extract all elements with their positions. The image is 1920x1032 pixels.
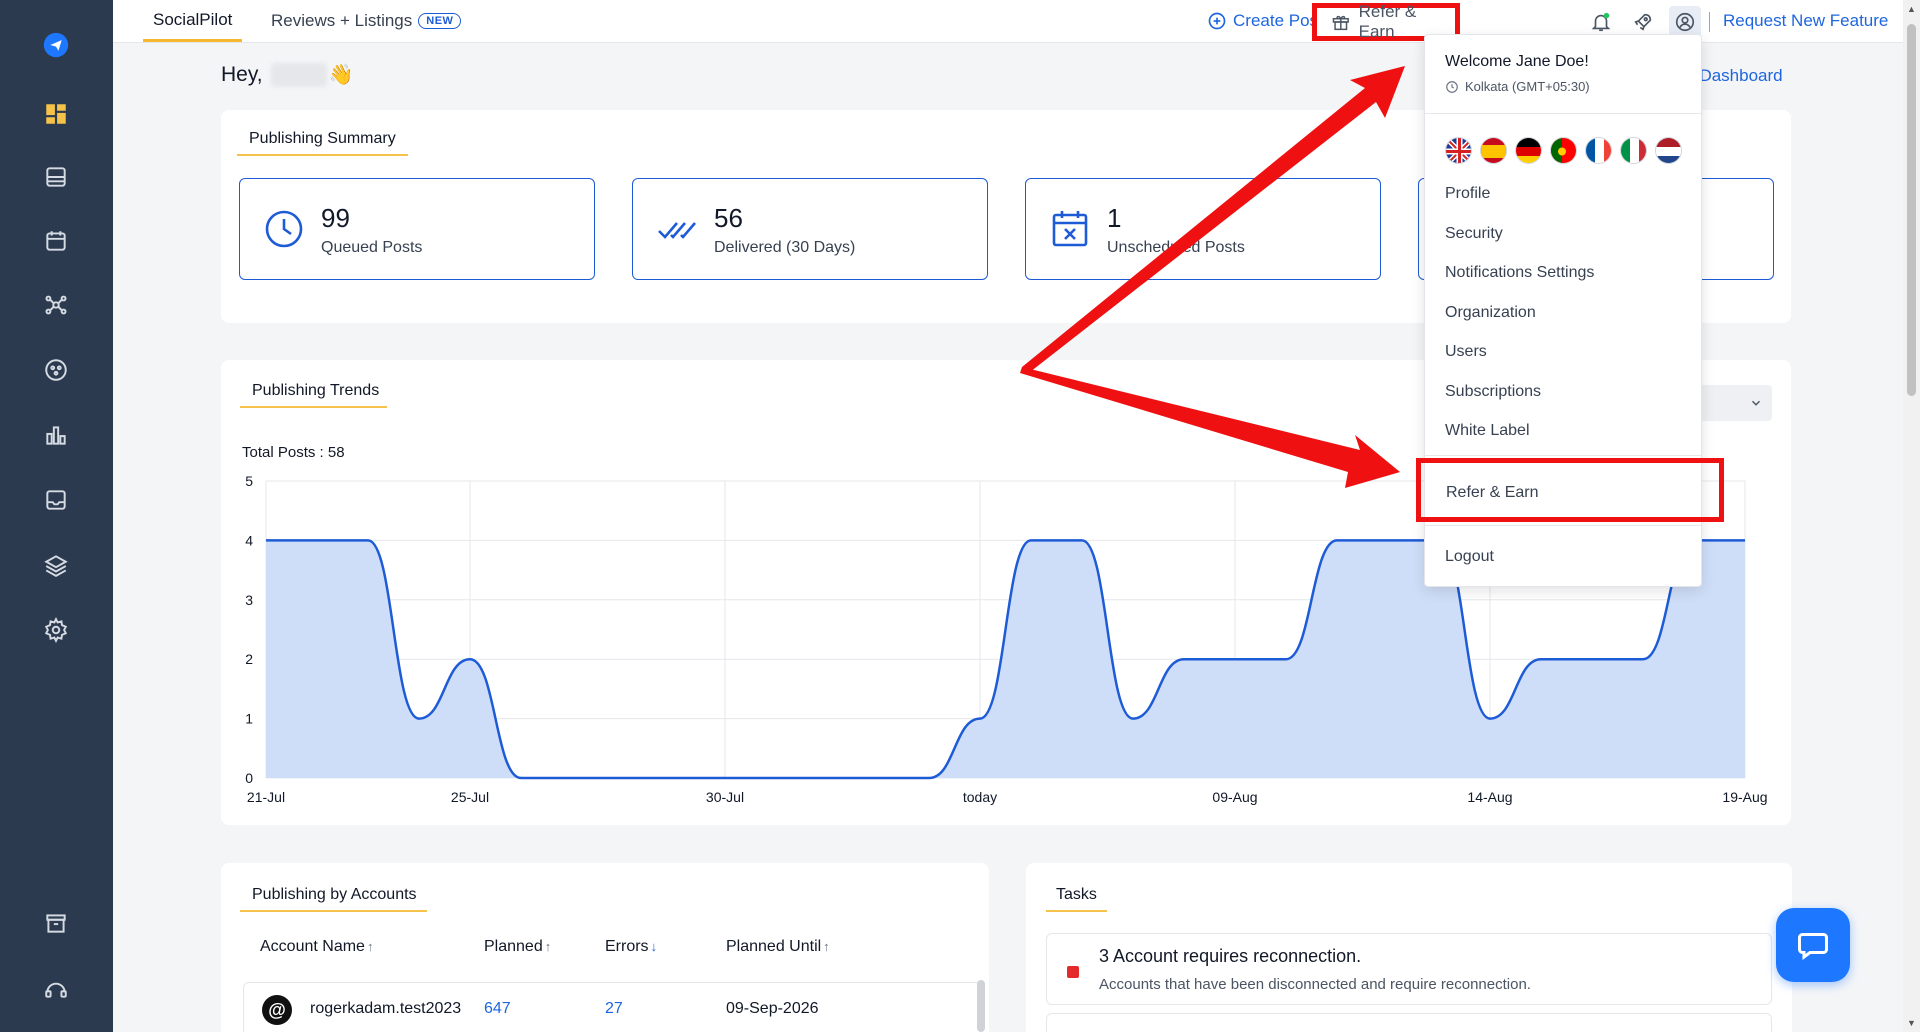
menu-item-subscriptions[interactable]: Subscriptions (1445, 383, 1541, 401)
col-planned-until[interactable]: Planned Until ↑ (726, 938, 830, 956)
y-tick-label: 3 (245, 592, 253, 608)
chat-icon (1798, 933, 1828, 960)
data-point[interactable] (1283, 656, 1289, 662)
task-title: 3 Account requires reconnection. (1099, 946, 1362, 966)
x-tick-label: 09-Aug (1212, 789, 1257, 805)
data-point[interactable] (467, 656, 473, 662)
data-point[interactable] (1232, 656, 1238, 662)
x-tick-label: 14-Aug (1467, 789, 1512, 805)
y-tick-label: 4 (245, 532, 253, 548)
col-errors[interactable]: Errors ↓ (605, 938, 657, 956)
menu-item-users[interactable]: Users (1445, 343, 1487, 361)
threads-icon: @ (262, 995, 292, 1025)
col-planned-label: Planned (484, 938, 543, 955)
col-account-name-label: Account Name (260, 938, 365, 955)
col-planned[interactable]: Planned ↑ (484, 938, 551, 956)
flag-it-icon[interactable] (1620, 137, 1647, 164)
data-point[interactable] (1487, 716, 1493, 722)
data-point[interactable] (1028, 537, 1034, 543)
data-point[interactable] (1538, 656, 1544, 662)
flag-fr-icon[interactable] (1585, 137, 1612, 164)
y-tick-label: 5 (245, 473, 253, 489)
data-point[interactable] (365, 537, 371, 543)
menu-item-notifications[interactable]: Notifications Settings (1445, 264, 1594, 282)
divider (1425, 113, 1701, 114)
y-tick-label: 2 (245, 651, 253, 667)
flag-es-icon[interactable] (1480, 137, 1507, 164)
timezone-label: Kolkata (GMT+05:30) (1465, 79, 1590, 94)
divider (1425, 455, 1701, 456)
x-tick-label: 21-Jul (247, 789, 285, 805)
col-account-name[interactable]: Account Name ↑ (260, 938, 373, 956)
errors-count[interactable]: 27 (605, 1000, 623, 1018)
data-point[interactable] (1334, 537, 1340, 543)
accounts-title: Publishing by Accounts (240, 886, 427, 912)
language-flags (1445, 137, 1682, 164)
data-point[interactable] (671, 775, 677, 781)
page-scrollbar[interactable]: ▲ ▼ (1903, 0, 1920, 1032)
data-point[interactable] (1385, 537, 1391, 543)
data-point[interactable] (416, 716, 422, 722)
y-tick-label: 0 (245, 770, 253, 786)
help-chat-button[interactable] (1776, 908, 1850, 982)
x-tick-label: 25-Jul (451, 789, 489, 805)
data-point[interactable] (1640, 656, 1646, 662)
data-point[interactable] (620, 775, 626, 781)
menu-item-logout[interactable]: Logout (1445, 548, 1494, 566)
refer-earn-highlight-box (1416, 458, 1724, 522)
data-point[interactable] (977, 716, 983, 722)
data-point[interactable] (1130, 716, 1136, 722)
menu-item-white-label[interactable]: White Label (1445, 422, 1530, 440)
planned-until: 09-Sep-2026 (726, 1000, 819, 1017)
data-point[interactable] (263, 537, 269, 543)
data-point[interactable] (1079, 537, 1085, 543)
data-point[interactable] (314, 537, 320, 543)
task-description: Accounts that have been disconnected and… (1099, 976, 1531, 993)
task-status-dot (1067, 966, 1079, 978)
data-point[interactable] (1589, 656, 1595, 662)
tasks-title: Tasks (1046, 886, 1107, 912)
data-point[interactable] (518, 775, 524, 781)
data-point[interactable] (824, 775, 830, 781)
x-tick-label: 19-Aug (1722, 789, 1767, 805)
welcome-text: Welcome Jane Doe! (1445, 53, 1589, 70)
data-point[interactable] (1181, 656, 1187, 662)
accounts-scrollbar[interactable] (977, 980, 985, 1032)
menu-item-profile[interactable]: Profile (1445, 185, 1490, 203)
menu-item-organization[interactable]: Organization (1445, 304, 1536, 322)
sort-arrow-icon: ↑ (823, 939, 830, 954)
account-name: rogerkadam.test2023 (310, 1000, 462, 1017)
data-point[interactable] (569, 775, 575, 781)
page-scroll-thumb[interactable] (1907, 24, 1916, 396)
data-point[interactable] (875, 775, 881, 781)
scroll-down-icon[interactable]: ▼ (1907, 1018, 1916, 1028)
flag-de-icon[interactable] (1515, 137, 1542, 164)
timezone: Kolkata (GMT+05:30) (1445, 79, 1590, 94)
x-tick-label: 30-Jul (706, 789, 744, 805)
planned-count[interactable]: 647 (484, 1000, 511, 1018)
table-row[interactable]: @ rogerkadam.test2023 647 27 09-Sep-2026 (243, 982, 981, 1032)
clock-icon (1446, 80, 1458, 93)
flag-pt-icon[interactable] (1550, 137, 1577, 164)
data-point[interactable] (1742, 537, 1748, 543)
x-tick-label: today (963, 789, 997, 805)
menu-item-security[interactable]: Security (1445, 225, 1503, 243)
y-tick-label: 1 (245, 711, 253, 727)
task-item[interactable]: 3 Account requires reconnection. Account… (1046, 933, 1772, 1005)
data-point[interactable] (773, 775, 779, 781)
flag-uk-icon[interactable] (1445, 137, 1472, 164)
sort-arrow-icon: ↑ (544, 939, 552, 954)
col-planned-until-label: Planned Until (726, 938, 822, 955)
flag-nl-icon[interactable] (1655, 137, 1682, 164)
sort-arrow-icon: ↓ (650, 939, 658, 954)
data-point[interactable] (722, 775, 728, 781)
sort-arrow-icon: ↑ (366, 939, 374, 954)
divider (1425, 525, 1701, 526)
col-errors-label: Errors (605, 938, 649, 955)
data-point[interactable] (926, 775, 932, 781)
scroll-up-icon[interactable]: ▲ (1907, 4, 1916, 14)
task-item[interactable] (1046, 1013, 1772, 1032)
